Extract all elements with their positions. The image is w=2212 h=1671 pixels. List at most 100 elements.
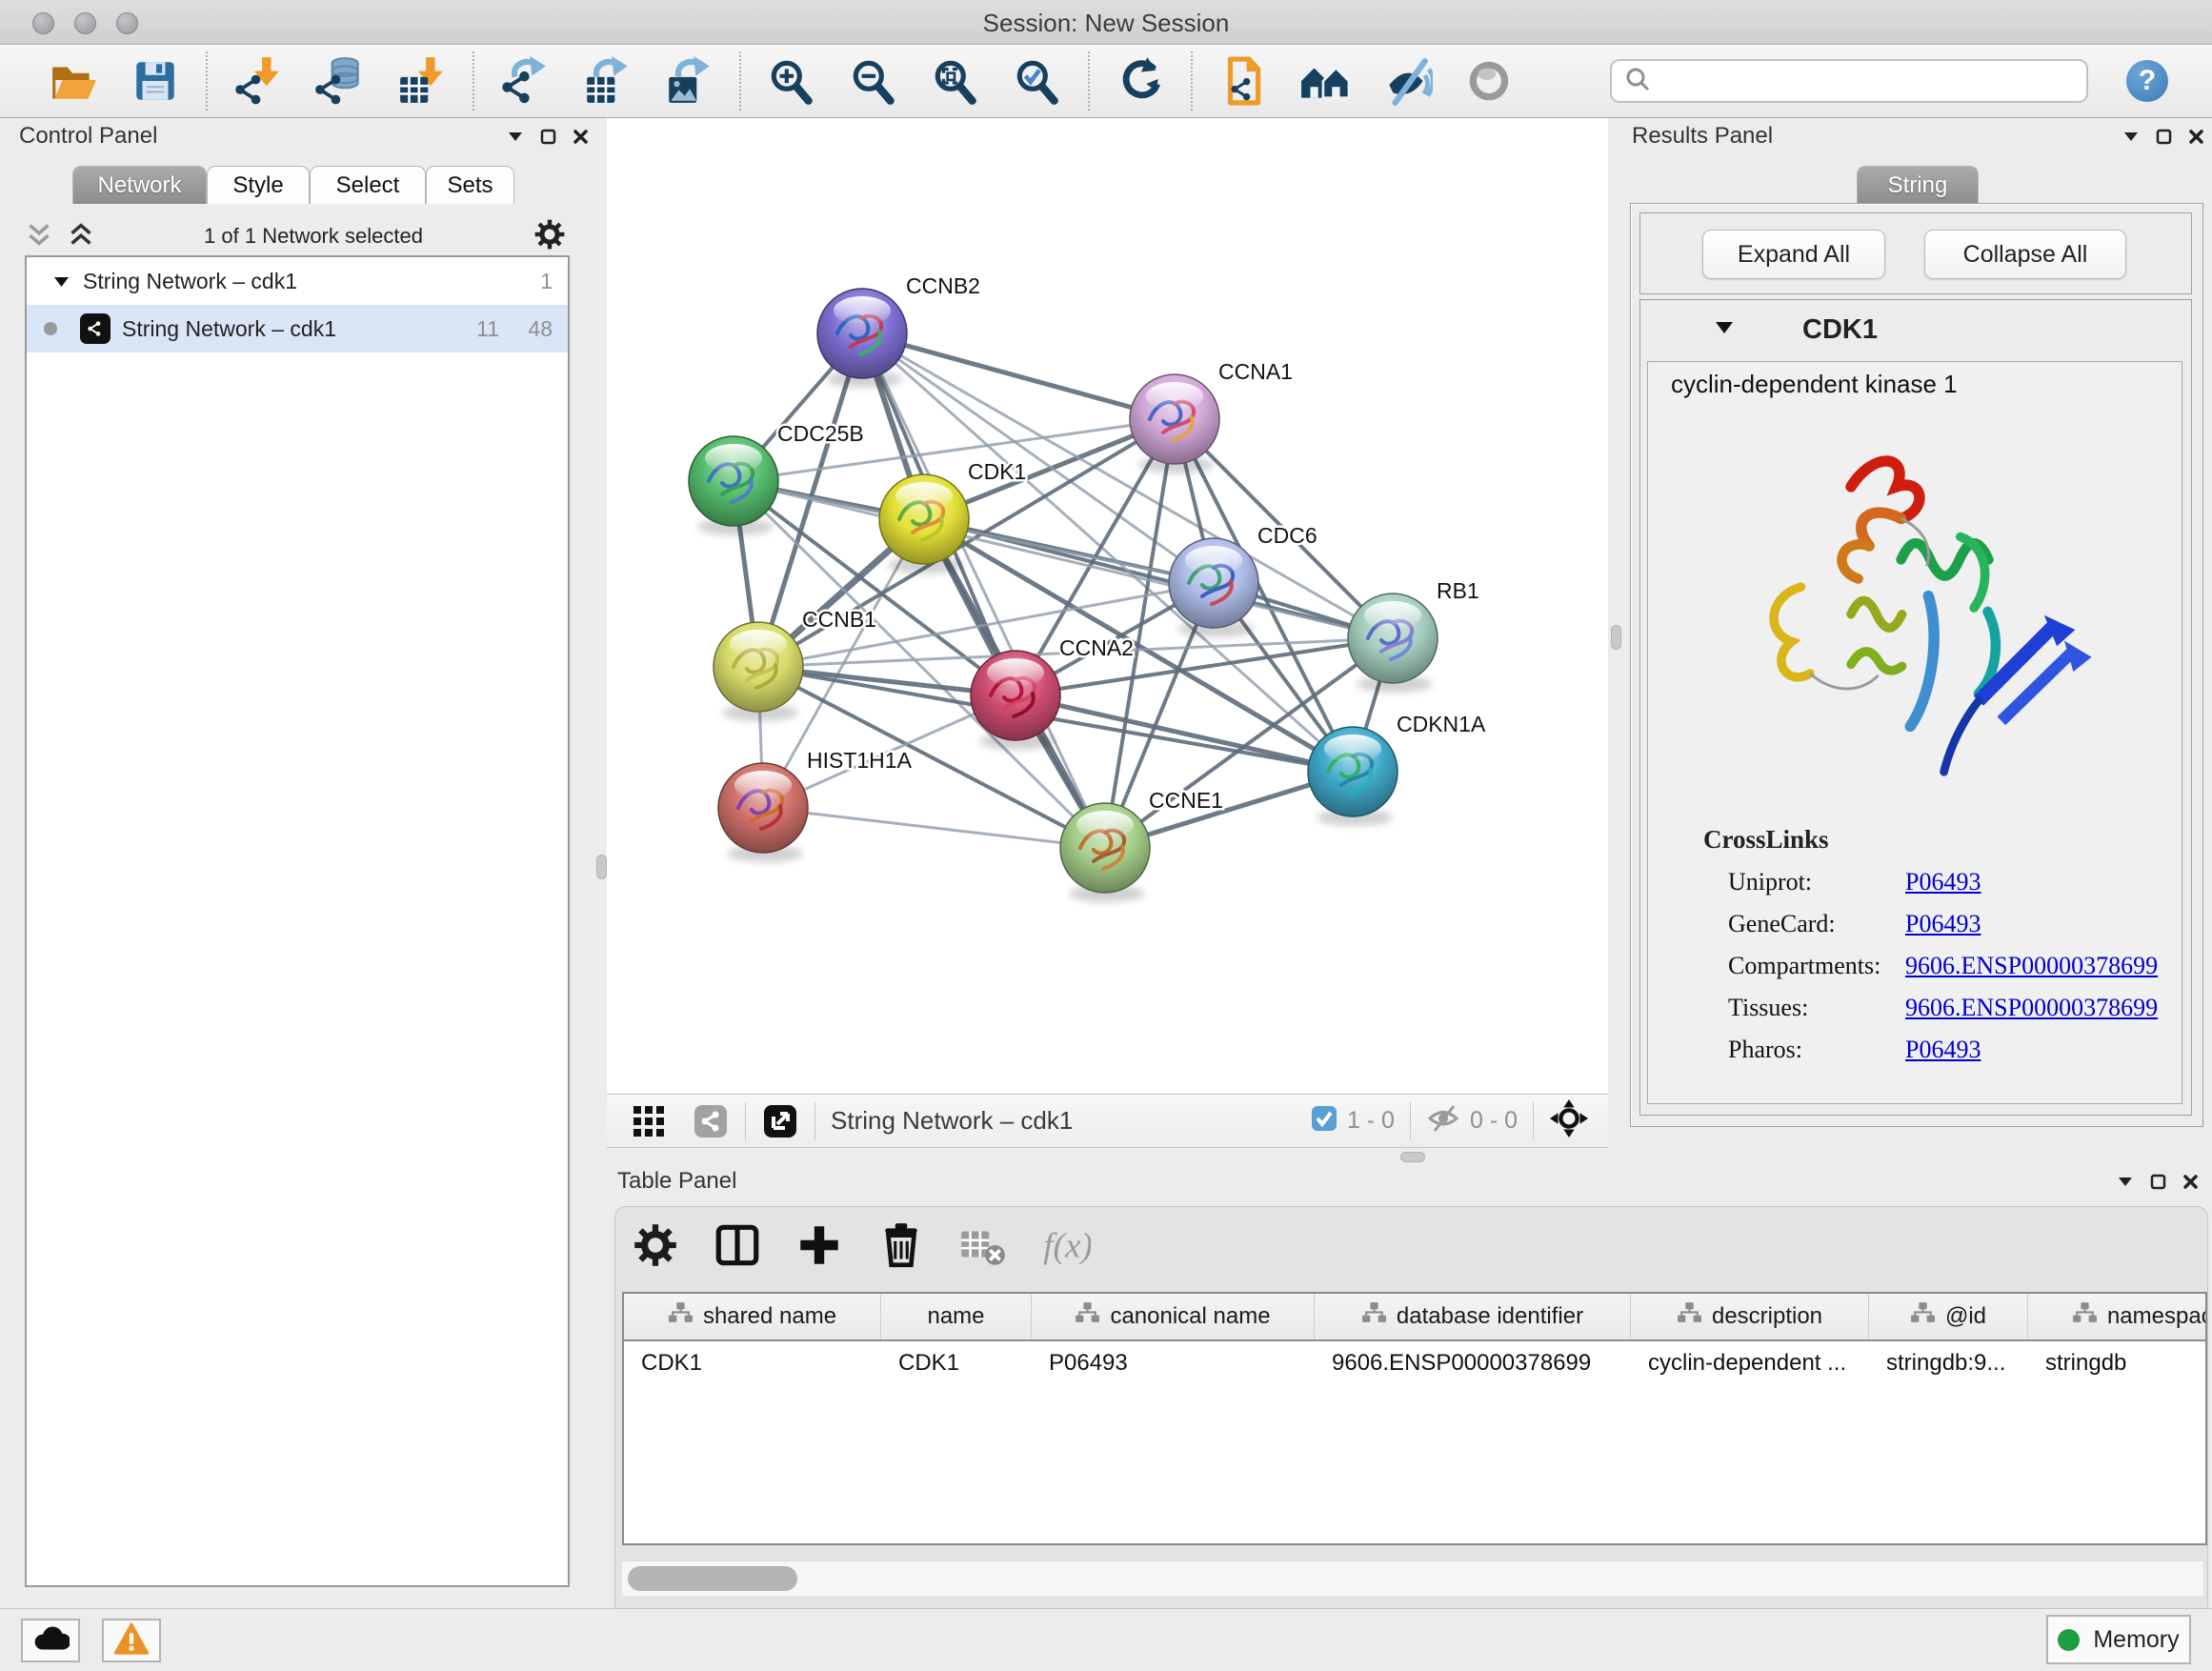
horizontal-splitter-grip[interactable] bbox=[1400, 1152, 1425, 1162]
table-cell[interactable]: stringdb:9... bbox=[1869, 1341, 2028, 1385]
node-label: CDK1 bbox=[968, 459, 1026, 484]
export-network-icon[interactable] bbox=[496, 52, 553, 110]
table-settings-icon[interactable] bbox=[629, 1218, 682, 1272]
network-label: String Network – cdk1 bbox=[122, 316, 336, 342]
show-all-icon[interactable] bbox=[1460, 52, 1518, 110]
node-label: CCNA2 bbox=[1059, 635, 1134, 660]
export-image-icon[interactable] bbox=[660, 52, 717, 110]
table-cell[interactable]: stringdb bbox=[2028, 1341, 2207, 1385]
network-node-RB1[interactable]: RB1 bbox=[1348, 578, 1479, 693]
add-column-icon[interactable] bbox=[793, 1218, 846, 1272]
apply-layout-icon[interactable] bbox=[1112, 52, 1169, 110]
zoom-out-icon[interactable] bbox=[845, 52, 902, 110]
warnings-button[interactable] bbox=[102, 1619, 161, 1662]
results-panel-close-icon[interactable] bbox=[2180, 122, 2212, 151]
crosslink-link[interactable]: P06493 bbox=[1905, 868, 1981, 896]
crosslink-link[interactable]: 9606.ENSP00000378699 bbox=[1905, 952, 2158, 980]
expand-all-networks-icon[interactable] bbox=[67, 222, 95, 252]
help-button[interactable]: ? bbox=[2126, 60, 2168, 102]
column-header-id[interactable]: @id bbox=[1869, 1294, 2028, 1339]
show-columns-icon[interactable] bbox=[711, 1218, 764, 1272]
table-cell[interactable]: CDK1 bbox=[624, 1341, 881, 1385]
network-edge[interactable] bbox=[763, 808, 1105, 848]
network-node-HIST1H1A[interactable]: HIST1H1A bbox=[718, 748, 913, 862]
string-import-icon[interactable] bbox=[1215, 52, 1272, 110]
open-session-icon[interactable] bbox=[45, 52, 102, 110]
network-node-CCNB2[interactable]: CCNB2 bbox=[817, 273, 980, 388]
table-row[interactable]: CDK1CDK1P064939606.ENSP00000378699cyclin… bbox=[624, 1341, 2205, 1385]
memory-button[interactable]: Memory bbox=[2046, 1615, 2191, 1664]
network-row-selected[interactable]: String Network – cdk1 11 48 bbox=[27, 305, 568, 352]
control-panel-menu-icon[interactable] bbox=[499, 122, 532, 151]
expand-all-button[interactable]: Expand All bbox=[1702, 230, 1885, 279]
delete-table-icon[interactable] bbox=[956, 1218, 1010, 1272]
crosslink-link[interactable]: 9606.ENSP00000378699 bbox=[1905, 994, 2158, 1022]
import-network-database-icon[interactable] bbox=[312, 52, 369, 110]
table-cell[interactable]: P06493 bbox=[1032, 1341, 1315, 1385]
network-selected-count: 1 of 1 Network selected bbox=[95, 224, 532, 249]
node-label: CCNE1 bbox=[1149, 788, 1223, 813]
hide-selected-icon[interactable] bbox=[1378, 52, 1436, 110]
cloud-status-button[interactable] bbox=[21, 1619, 80, 1662]
gene-section-header[interactable]: CDK1 bbox=[1640, 300, 2191, 359]
table-cell[interactable]: 9606.ENSP00000378699 bbox=[1315, 1341, 1631, 1385]
results-panel-float-icon[interactable] bbox=[2147, 122, 2180, 151]
tab-style[interactable]: Style bbox=[207, 166, 310, 204]
column-header-canonicalname[interactable]: canonical name bbox=[1032, 1294, 1315, 1339]
table-cell[interactable]: CDK1 bbox=[881, 1341, 1032, 1385]
column-header-databaseidentifier[interactable]: database identifier bbox=[1315, 1294, 1631, 1339]
control-panel-close-icon[interactable] bbox=[564, 122, 596, 151]
first-neighbors-icon[interactable] bbox=[1297, 52, 1354, 110]
table-panel: Table Panel f(x) shared namenamecanonica… bbox=[607, 1148, 2212, 1608]
table-panel-close-icon[interactable] bbox=[2174, 1167, 2206, 1196]
table-cell[interactable]: cyclin-dependent ... bbox=[1631, 1341, 1869, 1385]
control-panel-title: Control Panel bbox=[19, 123, 157, 150]
search-input[interactable] bbox=[1652, 67, 2056, 95]
delete-column-icon[interactable] bbox=[875, 1218, 928, 1272]
column-header-description[interactable]: description bbox=[1631, 1294, 1869, 1339]
network-node-CDC25B[interactable]: CDC25B bbox=[689, 421, 864, 535]
center-view-crosshair-icon[interactable] bbox=[1549, 1098, 1589, 1143]
network-collection-row[interactable]: String Network – cdk1 1 bbox=[27, 257, 568, 305]
tree-collapse-icon[interactable] bbox=[53, 269, 70, 294]
table-horizontal-scrollbar[interactable] bbox=[622, 1560, 2203, 1596]
export-table-icon[interactable] bbox=[578, 52, 635, 110]
selected-nodes-checkbox[interactable] bbox=[1311, 1105, 1337, 1137]
tab-select[interactable]: Select bbox=[310, 166, 426, 204]
network-node-CDKN1A[interactable]: CDKN1A bbox=[1308, 712, 1486, 826]
memory-status-dot bbox=[2058, 1629, 2080, 1651]
control-panel-float-icon[interactable] bbox=[532, 122, 564, 151]
table-panel-float-icon[interactable] bbox=[2142, 1167, 2174, 1196]
collapse-all-networks-icon[interactable] bbox=[25, 222, 53, 252]
zoom-selected-icon[interactable] bbox=[1009, 52, 1066, 110]
grid-view-icon[interactable] bbox=[630, 1093, 668, 1150]
control-panel-tabs: NetworkStyleSelectSets bbox=[72, 166, 514, 204]
column-header-name[interactable]: name bbox=[881, 1294, 1032, 1339]
gene-collapse-icon[interactable] bbox=[1715, 320, 1734, 340]
table-panel-menu-icon[interactable] bbox=[2109, 1167, 2142, 1196]
import-network-file-icon[interactable] bbox=[230, 52, 287, 110]
detach-view-icon[interactable] bbox=[761, 1093, 799, 1150]
zoom-in-icon[interactable] bbox=[763, 52, 820, 110]
crosslink-link[interactable]: P06493 bbox=[1905, 1036, 1981, 1064]
import-table-file-icon[interactable] bbox=[393, 52, 451, 110]
network-node-CDK1[interactable]: CDK1 bbox=[879, 459, 1026, 574]
network-view-canvas[interactable]: CCNB2 CCNA1 CDC25B CDK1 CDC6 RB1 CCNB1 C… bbox=[607, 118, 1608, 1094]
left-splitter-grip[interactable] bbox=[596, 855, 607, 879]
birdseye-view-icon[interactable] bbox=[692, 1093, 730, 1150]
collapse-all-button[interactable]: Collapse All bbox=[1924, 230, 2126, 279]
equation-builder-icon[interactable]: f(x) bbox=[1038, 1218, 1092, 1272]
tab-network[interactable]: Network bbox=[72, 166, 207, 204]
scrollbar-thumb[interactable] bbox=[628, 1566, 797, 1591]
network-edge[interactable] bbox=[1016, 695, 1353, 772]
network-options-gear-icon[interactable] bbox=[532, 216, 568, 257]
tab-sets[interactable]: Sets bbox=[426, 166, 514, 204]
tab-string[interactable]: String bbox=[1857, 166, 1979, 204]
crosslink-link[interactable]: P06493 bbox=[1905, 910, 1981, 938]
zoom-fit-icon[interactable] bbox=[927, 52, 984, 110]
right-splitter-grip[interactable] bbox=[1611, 625, 1621, 650]
save-session-icon[interactable] bbox=[127, 52, 184, 110]
column-header-sharedname[interactable]: shared name bbox=[624, 1294, 881, 1339]
column-header-namespace[interactable]: namespace bbox=[2028, 1294, 2207, 1339]
results-panel-menu-icon[interactable] bbox=[2115, 122, 2147, 151]
